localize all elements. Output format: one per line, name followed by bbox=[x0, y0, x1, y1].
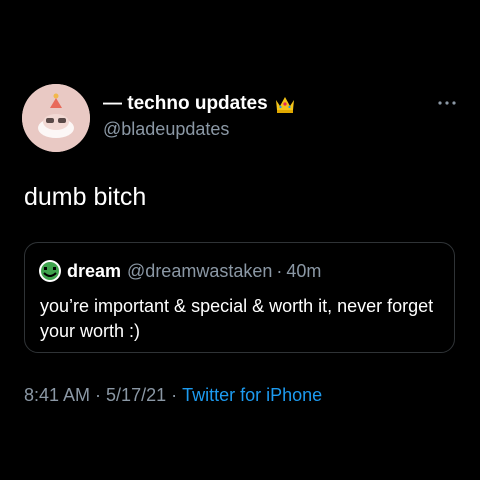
quoted-tweet-text: you’re important & special & worth it, n… bbox=[40, 296, 434, 341]
quoted-age[interactable]: 40m bbox=[286, 261, 321, 282]
tweet-source-link[interactable]: Twitter for iPhone bbox=[182, 385, 322, 405]
dream-smiley-icon[interactable] bbox=[39, 260, 61, 282]
more-options-icon[interactable] bbox=[437, 98, 457, 108]
tweet-text: dumb bitch bbox=[24, 183, 147, 211]
tweet-metadata: 8:41 AM · 5/17/21 · Twitter for iPhone bbox=[24, 385, 322, 406]
crown-icon bbox=[275, 97, 294, 113]
quoted-separator: · bbox=[276, 260, 283, 281]
author-avatar[interactable] bbox=[22, 84, 90, 152]
author-handle[interactable]: @bladeupdates bbox=[103, 119, 229, 140]
quoted-tweet[interactable]: dream @dreamwastaken · 40m you’re import… bbox=[24, 242, 455, 353]
meta-separator: · bbox=[171, 385, 178, 405]
quoted-handle[interactable]: @dreamwastaken bbox=[127, 261, 272, 282]
meta-separator: · bbox=[95, 385, 102, 405]
quoted-display-name[interactable]: dream bbox=[67, 261, 121, 282]
tweet-time[interactable]: 8:41 AM bbox=[24, 385, 90, 405]
tweet: — techno updates @bladeupdates dumb bitc… bbox=[0, 0, 480, 480]
author-name-text: — techno updates bbox=[103, 93, 268, 114]
tweet-date[interactable]: 5/17/21 bbox=[106, 385, 166, 405]
quoted-tweet-header: dream @dreamwastaken · 40m bbox=[39, 260, 321, 282]
avatar-image bbox=[22, 84, 90, 152]
author-display-name[interactable]: — techno updates bbox=[103, 93, 296, 115]
